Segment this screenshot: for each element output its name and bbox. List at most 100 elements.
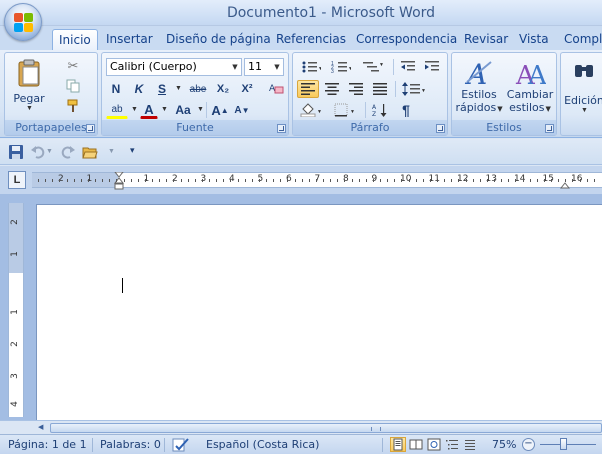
quick-access-toolbar: ▼ ▼ ▾ (0, 139, 602, 165)
office-button[interactable] (4, 3, 42, 41)
zoom-slider-thumb[interactable] (560, 438, 568, 450)
paste-button[interactable]: Pegar ▼ (9, 55, 49, 119)
customize-qat-icon[interactable]: ▾ (130, 145, 135, 156)
font-color-dropdown-icon: ▼ (161, 106, 168, 113)
font-size-combo[interactable]: 11 ▼ (244, 58, 284, 76)
format-painter-button[interactable] (63, 97, 83, 115)
horizontal-scrollbar[interactable]: ◀ (0, 420, 602, 434)
separator (164, 438, 165, 452)
tab-referencias[interactable]: Referencias (270, 29, 352, 50)
minus-icon: − (524, 438, 533, 449)
document-page[interactable] (36, 204, 602, 420)
print-layout-view-button[interactable] (390, 437, 406, 452)
ruler-tick (565, 179, 567, 182)
editing-button[interactable]: Edición ▼ (563, 55, 602, 119)
align-center-button[interactable] (321, 80, 343, 98)
estilos-launcher-icon[interactable] (545, 124, 554, 133)
outdent-icon (401, 61, 415, 71)
parrafo-launcher-icon[interactable] (436, 124, 445, 133)
tab-insertar[interactable]: Insertar (100, 29, 159, 50)
align-left-button[interactable] (297, 80, 319, 98)
page-count-status[interactable]: Página: 1 de 1 (8, 438, 87, 451)
superscript-button[interactable]: X² (236, 80, 258, 98)
sort-az-icon: AZ (372, 104, 387, 117)
zoom-level-status[interactable]: 75% (492, 438, 516, 451)
grow-font-button[interactable]: A ▲ (210, 101, 230, 119)
font-name-combo[interactable]: Calibri (Cuerpo) ▼ (106, 58, 242, 76)
tab-revisar[interactable]: Revisar (458, 29, 514, 50)
open-folder-icon[interactable] (82, 144, 98, 160)
vertical-ruler[interactable]: 2 1 1 2 3 4 (8, 203, 24, 417)
ruler-tick (522, 179, 524, 182)
ruler-tick (408, 179, 410, 182)
align-right-button[interactable] (345, 80, 367, 98)
justify-button[interactable] (369, 80, 391, 98)
shrink-font-button[interactable]: A ▼ (232, 101, 252, 119)
ruler-tick (387, 179, 389, 182)
undo-dropdown-icon[interactable]: ▼ (46, 148, 53, 155)
fuente-launcher-icon[interactable] (277, 124, 286, 133)
line-spacing-button[interactable]: ▼ (399, 80, 429, 98)
tab-correspondencia[interactable]: Correspondencia (350, 29, 463, 50)
outline-view-button[interactable] (444, 437, 460, 452)
font-color-button[interactable]: A (140, 101, 158, 119)
decrease-indent-button[interactable] (397, 58, 419, 76)
ruler-tick (144, 179, 146, 182)
multilevel-list-button[interactable]: ▼ (357, 58, 387, 76)
portapapeles-launcher-icon[interactable] (86, 124, 95, 133)
quick-styles-button[interactable]: A Estilos rápidos▼ (455, 55, 502, 119)
group-edicion: Edición ▼ (560, 52, 602, 136)
italic-button[interactable]: K (129, 80, 149, 98)
ruler-tick (301, 179, 303, 182)
draft-view-button[interactable] (462, 437, 478, 452)
ruler-tick (273, 179, 275, 182)
sort-button[interactable]: AZ (369, 101, 391, 119)
underline-button[interactable]: S (152, 80, 172, 98)
outline-icon (446, 440, 458, 450)
save-icon[interactable] (8, 144, 24, 160)
language-status[interactable]: Español (Costa Rica) (206, 438, 319, 451)
chevron-down-icon: ▼ (232, 63, 238, 71)
full-screen-reading-button[interactable] (408, 437, 424, 452)
svg-text:Z: Z (372, 111, 376, 117)
show-marks-button[interactable]: ¶ (395, 101, 417, 119)
tab-complementos[interactable]: Comple (558, 29, 602, 50)
cut-button[interactable]: ✂ (63, 57, 83, 75)
bold-button[interactable]: N (106, 80, 126, 98)
open-dropdown-icon[interactable]: ▼ (108, 148, 115, 155)
spellcheck-icon[interactable] (172, 437, 190, 453)
change-styles-button[interactable]: A A Cambiar estilos▼ (506, 55, 554, 119)
scroll-left-icon[interactable]: ◀ (38, 423, 48, 433)
svg-text:▼: ▼ (379, 62, 383, 68)
word-count-status[interactable]: Palabras: 0 (100, 438, 161, 451)
tab-diseno-pagina[interactable]: Diseño de página (160, 29, 277, 50)
borders-button[interactable]: ▼ (331, 101, 361, 119)
copy-button[interactable] (63, 77, 83, 95)
zoom-slider-track[interactable] (540, 444, 596, 445)
ruler-tick (351, 179, 353, 182)
tab-vista[interactable]: Vista (513, 29, 555, 50)
highlight-button[interactable]: ab (106, 101, 128, 119)
clear-format-button[interactable]: A (266, 79, 286, 97)
bullets-button[interactable]: ▼ (297, 58, 325, 76)
ruler-number: 1 (9, 251, 20, 257)
shading-button[interactable]: ▼ (297, 101, 327, 119)
bullet-list-icon: ▼ (302, 61, 321, 73)
numbering-button[interactable]: 1 2 3 ▼ (327, 58, 355, 76)
undo-icon[interactable] (30, 144, 46, 160)
print-layout-icon (393, 438, 403, 451)
ruler-tick (166, 179, 168, 182)
increase-indent-button[interactable] (421, 58, 443, 76)
change-case-button[interactable]: Aa (172, 101, 194, 119)
subscript-button[interactable]: X₂ (212, 80, 234, 98)
ruler-tick (558, 179, 560, 182)
horizontal-ruler[interactable]: 2 1 1 2 3 4 5 6 7 8 9 10 11 12 13 14 15 16 (32, 172, 602, 190)
redo-icon[interactable] (60, 144, 76, 160)
strikethrough-button[interactable]: abe (186, 80, 210, 98)
web-layout-button[interactable] (426, 437, 442, 452)
scrollbar-thumb[interactable] (50, 423, 602, 433)
tab-selector-button[interactable]: L (8, 171, 26, 189)
tab-inicio[interactable]: Inicio (52, 29, 98, 50)
reading-icon (409, 439, 423, 450)
zoom-out-button[interactable]: − (522, 438, 535, 451)
